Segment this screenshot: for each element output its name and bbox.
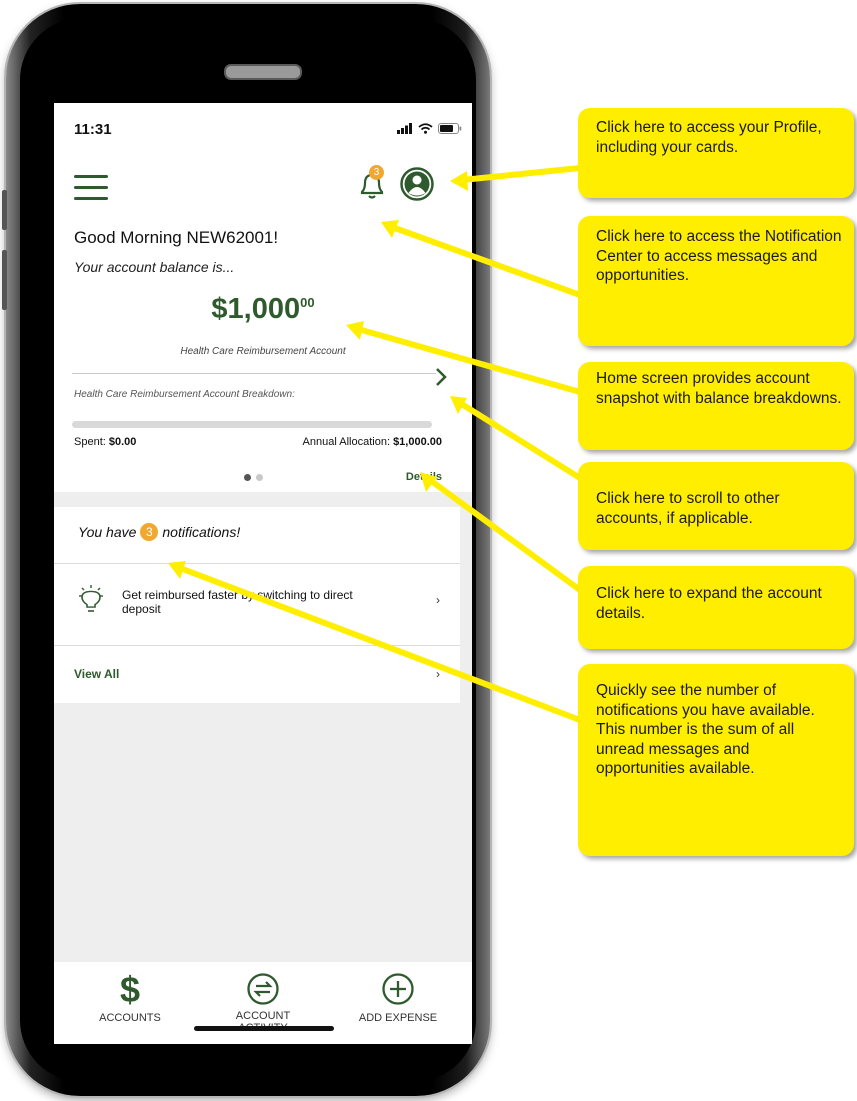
notification-item-text: Get reimbursed faster by switching to di… bbox=[122, 588, 353, 616]
notification-bell-button[interactable]: 3 bbox=[357, 165, 387, 201]
notifications-count-badge: 3 bbox=[140, 523, 159, 541]
notifications-prefix: You have bbox=[78, 524, 137, 540]
balance-amount: $1,00000 bbox=[54, 293, 472, 326]
app-screen: 11:31 3 Good Morning NEW62001! Your acco… bbox=[54, 103, 472, 1044]
page-dot[interactable] bbox=[256, 474, 263, 481]
transfer-icon bbox=[247, 973, 279, 1005]
profile-icon bbox=[400, 167, 434, 201]
signal-icon bbox=[397, 123, 412, 134]
callout-notification-count: Quickly see the number of notifications … bbox=[578, 664, 854, 856]
notification-count-badge: 3 bbox=[369, 165, 384, 180]
allocation-value: $1,000.00 bbox=[393, 436, 442, 448]
phone-speaker bbox=[224, 64, 302, 80]
allocation-label: Annual Allocation: bbox=[302, 436, 394, 448]
spent-amount: Spent: $0.00 bbox=[74, 436, 136, 448]
account-name: Health Care Reimbursement Account bbox=[180, 346, 346, 357]
spending-progress-bar bbox=[72, 421, 432, 428]
add-circle-icon bbox=[382, 973, 414, 1005]
nav-add-expense[interactable]: ADD EXPENSE bbox=[338, 972, 458, 1024]
callout-profile: Click here to access your Profile, inclu… bbox=[578, 108, 854, 198]
volume-button bbox=[2, 190, 7, 230]
balance-cents: 00 bbox=[300, 295, 315, 310]
next-account-button[interactable] bbox=[432, 365, 450, 389]
greeting-text: Good Morning NEW62001! bbox=[74, 228, 279, 247]
callout-home-screen: Home screen provides account snapshot wi… bbox=[578, 362, 854, 450]
annual-allocation: Annual Allocation: $1,000.00 bbox=[303, 436, 442, 448]
home-indicator bbox=[194, 1026, 334, 1031]
nav-accounts[interactable]: $ ACCOUNTS bbox=[70, 972, 190, 1024]
dollar-icon: $ bbox=[120, 972, 140, 1006]
nav-accounts-label: ACCOUNTS bbox=[99, 1012, 161, 1024]
page-indicator[interactable] bbox=[244, 474, 263, 481]
callout-notification-center: Click here to access the Notification Ce… bbox=[578, 216, 854, 346]
spent-label: Spent: bbox=[74, 436, 109, 448]
callout-expand-details: Click here to expand the account details… bbox=[578, 566, 854, 649]
chevron-right-icon bbox=[436, 368, 447, 386]
volume-button bbox=[2, 250, 7, 310]
balance-dollars: $1,000 bbox=[211, 293, 301, 325]
wifi-icon bbox=[418, 123, 433, 134]
divider bbox=[72, 373, 436, 374]
view-all-button[interactable]: View All › bbox=[54, 645, 460, 703]
notification-item[interactable]: Get reimbursed faster by switching to di… bbox=[54, 563, 460, 645]
notifications-summary: You have 3 notifications! bbox=[78, 523, 240, 541]
page-dot[interactable] bbox=[244, 474, 251, 481]
battery-icon bbox=[438, 123, 462, 134]
status-icons bbox=[397, 123, 462, 134]
details-link[interactable]: Details bbox=[406, 471, 442, 483]
notifications-suffix: notifications! bbox=[162, 524, 241, 540]
lightbulb-icon bbox=[79, 585, 103, 612]
menu-button[interactable] bbox=[74, 175, 108, 201]
nav-activity-label-line1: ACCOUNT bbox=[235, 1010, 291, 1022]
profile-button[interactable] bbox=[400, 167, 434, 201]
chevron-right-icon: › bbox=[436, 593, 440, 607]
status-time: 11:31 bbox=[74, 121, 112, 138]
nav-account-activity[interactable]: ACCOUNT ACTIVITY bbox=[203, 972, 323, 1034]
callout-scroll-accounts: Click here to scroll to other accounts, … bbox=[578, 462, 854, 550]
status-bar: 11:31 bbox=[54, 103, 472, 143]
bottom-navigation: $ ACCOUNTS ACCOUNT ACTIVITY bbox=[54, 962, 472, 1044]
view-all-label: View All bbox=[74, 667, 120, 681]
spent-value: $0.00 bbox=[108, 436, 137, 448]
breakdown-title: Health Care Reimbursement Account Breakd… bbox=[74, 389, 295, 400]
balance-label: Your account balance is... bbox=[74, 259, 235, 275]
nav-add-expense-label: ADD EXPENSE bbox=[358, 1012, 438, 1024]
chevron-right-icon: › bbox=[436, 667, 440, 681]
svg-text:$: $ bbox=[120, 972, 140, 1006]
